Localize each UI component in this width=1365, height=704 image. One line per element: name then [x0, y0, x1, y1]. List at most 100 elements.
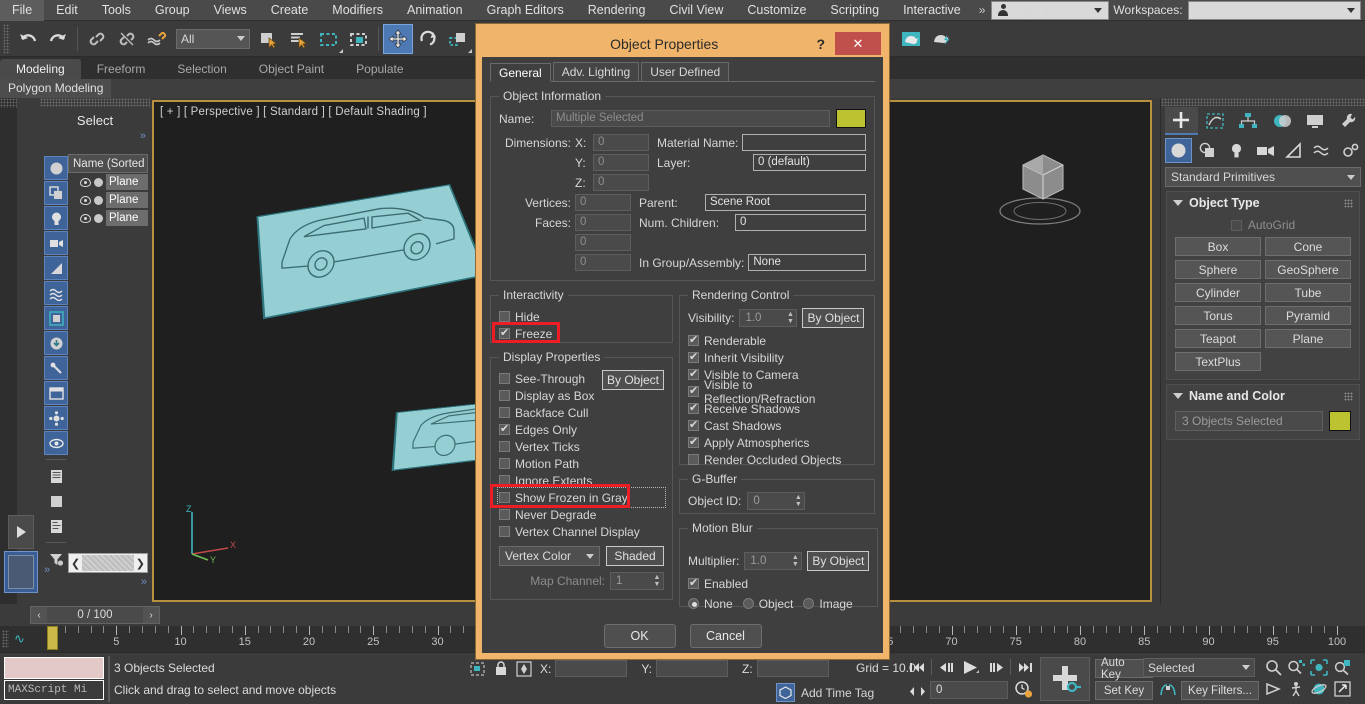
z-field[interactable]: [756, 660, 829, 677]
explorer-bottom-more-icon[interactable]: »: [141, 576, 147, 588]
timeline-playhead[interactable]: [47, 626, 58, 650]
rectangular-selection-region-button[interactable]: [314, 24, 344, 54]
explorer-expand-button[interactable]: [8, 515, 34, 549]
freeze-checkbox[interactable]: Freeze: [492, 322, 664, 343]
display-by-object-button[interactable]: By Object: [602, 370, 664, 390]
object-name-field[interactable]: Multiple Selected: [551, 110, 830, 127]
category-lights-icon[interactable]: [1223, 138, 1250, 163]
visible-to-reflection-refraction-checkbox[interactable]: Visible to Reflection/Refraction: [688, 378, 866, 406]
cube-on-grid-object[interactable]: [985, 127, 1095, 237]
apply-atmospherics-checkbox[interactable]: Apply Atmospherics: [688, 434, 866, 451]
dialog-tab-general[interactable]: General: [490, 63, 551, 82]
dim-z-field[interactable]: 0: [593, 174, 649, 191]
menu-graph-editors[interactable]: Graph Editors: [475, 0, 576, 21]
vertex-color-combo[interactable]: Vertex Color: [499, 546, 600, 566]
selection-region-icon[interactable]: [470, 661, 486, 680]
autogrid-checkbox[interactable]: AutoGrid: [1175, 218, 1351, 232]
explorer-horizontal-scrollbar[interactable]: ❮ ❯: [68, 553, 148, 573]
show-frozen-in-gray-checkbox[interactable]: Show Frozen in Gray: [490, 484, 666, 508]
viewport-label[interactable]: [ + ] [ Perspective ] [ Standard ] [ Def…: [160, 106, 427, 118]
menu-overflow-icon[interactable]: »: [973, 3, 992, 17]
menu-civil-view[interactable]: Civil View: [657, 0, 735, 21]
renderable-checkbox[interactable]: Renderable: [688, 332, 866, 349]
list-item[interactable]: Plane: [68, 191, 148, 209]
zoom-extents-icon[interactable]: [1308, 657, 1330, 677]
edges-only-checkbox[interactable]: Edges Only: [499, 421, 664, 438]
dialog-title-bar[interactable]: Object Properties ? ✕: [482, 30, 883, 57]
name-and-color-header[interactable]: Name and Color: [1167, 385, 1359, 407]
object-type-cone-button[interactable]: Cone: [1265, 237, 1351, 256]
goto-end-button[interactable]: [1014, 657, 1036, 677]
dim-x-field[interactable]: 0: [593, 134, 649, 151]
rollout-grip-icon[interactable]: [1344, 198, 1353, 208]
motion-blur-enabled-checkbox[interactable]: Enabled: [688, 575, 869, 592]
object-type-geosphere-button[interactable]: GeoSphere: [1265, 260, 1351, 279]
menu-modifiers[interactable]: Modifiers: [320, 0, 395, 21]
filter-groups-icon[interactable]: [44, 306, 68, 330]
ribbon-tab-modeling[interactable]: Modeling: [0, 59, 81, 79]
object-type-teapot-button[interactable]: Teapot: [1175, 329, 1261, 348]
orbit-icon[interactable]: [1308, 679, 1330, 699]
filter-xrefs-icon[interactable]: [44, 331, 68, 355]
num-children-field[interactable]: 0: [735, 214, 866, 231]
motion-blur-image-radio[interactable]: Image: [803, 595, 853, 612]
previous-frame-button[interactable]: [935, 657, 957, 677]
object-type-torus-button[interactable]: Torus: [1175, 306, 1261, 325]
toolbar-grip[interactable]: [3, 23, 10, 54]
spinner-arrows-icon[interactable]: ▲ ▼: [792, 494, 804, 508]
track-bar-grip[interactable]: [2, 630, 9, 648]
map-channel-spinner[interactable]: 1 ▲ ▼: [610, 572, 664, 590]
filter-cameras-icon[interactable]: [44, 231, 68, 255]
rendered-frame-window-button[interactable]: [896, 24, 926, 54]
category-cameras-icon[interactable]: [1252, 138, 1279, 163]
render-production-button[interactable]: [926, 24, 956, 54]
menu-file[interactable]: File: [0, 0, 45, 21]
command-tab-create[interactable]: [1165, 107, 1198, 135]
zoom-all-icon[interactable]: [1285, 657, 1307, 677]
filter-containers-icon[interactable]: [44, 381, 68, 405]
key-mode-combo[interactable]: Selected: [1143, 658, 1255, 677]
freeze-dot-icon[interactable]: [94, 195, 103, 205]
object-type-box-button[interactable]: Box: [1175, 237, 1261, 256]
eye-icon[interactable]: [80, 177, 91, 187]
maxscript-listener-box[interactable]: [4, 657, 104, 679]
filter-shapes-icon[interactable]: [44, 181, 68, 205]
ignore-extents-checkbox[interactable]: Ignore Extents: [499, 472, 664, 489]
play-animation-button[interactable]: [957, 657, 985, 677]
help-icon[interactable]: ?: [806, 36, 835, 52]
object-type-plane-button[interactable]: Plane: [1265, 329, 1351, 348]
scroll-right-icon[interactable]: ❯: [136, 557, 145, 570]
current-frame-field[interactable]: 0: [930, 681, 1008, 699]
ribbon-tab-object-paint[interactable]: Object Paint: [243, 59, 340, 79]
selection-lock-icon[interactable]: [494, 661, 508, 680]
category-helpers-icon[interactable]: [1280, 138, 1307, 163]
motion-blur-by-object-button[interactable]: By Object: [807, 551, 870, 571]
object-type-header[interactable]: Object Type: [1167, 192, 1359, 214]
object-type-cylinder-button[interactable]: Cylinder: [1175, 283, 1261, 302]
backface-cull-checkbox[interactable]: Backface Cull: [499, 404, 664, 421]
bind-to-space-warp-button[interactable]: [142, 24, 172, 54]
time-configuration-button[interactable]: [1012, 679, 1034, 699]
filter-lights-icon[interactable]: [44, 206, 68, 230]
menu-edit[interactable]: Edit: [44, 0, 90, 21]
category-systems-icon[interactable]: [1338, 138, 1365, 163]
explorer-more-icon[interactable]: »: [40, 130, 150, 142]
menu-customize[interactable]: Customize: [735, 0, 818, 21]
filter-geometry-icon[interactable]: [44, 156, 68, 180]
spinner-arrows-icon[interactable]: ▲ ▼: [784, 311, 796, 325]
command-tab-hierarchy[interactable]: [1232, 107, 1265, 135]
object-properties-dialog[interactable]: Object Properties ? ✕ General Adv. Light…: [476, 24, 889, 659]
object-type-tube-button[interactable]: Tube: [1265, 283, 1351, 302]
selected-plane-object-1[interactable]: [256, 184, 488, 320]
select-and-scale-button[interactable]: [443, 24, 473, 54]
x-field[interactable]: [555, 660, 628, 677]
object-type-sphere-button[interactable]: Sphere: [1175, 260, 1261, 279]
see-through-checkbox[interactable]: See-Through: [499, 370, 602, 387]
explorer-detail-view-icon[interactable]: [44, 514, 68, 538]
material-name-field[interactable]: [742, 134, 866, 151]
object-type-textplus-button[interactable]: TextPlus: [1175, 352, 1261, 371]
ribbon-tab-selection[interactable]: Selection: [161, 59, 242, 79]
never-degrade-checkbox[interactable]: Never Degrade: [499, 506, 664, 523]
object-color-swatch[interactable]: [836, 109, 866, 128]
hide-checkbox[interactable]: Hide: [499, 308, 664, 325]
